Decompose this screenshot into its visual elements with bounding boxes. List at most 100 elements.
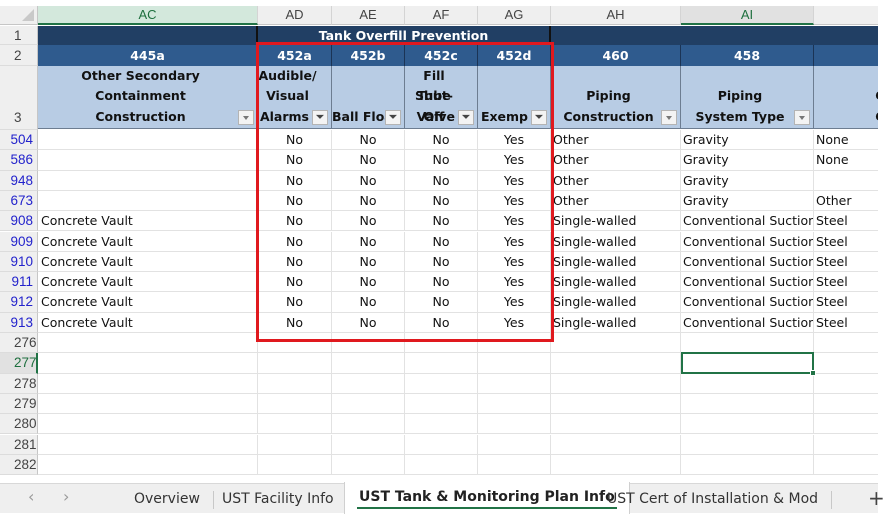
cell[interactable] [332,414,405,435]
cell[interactable]: Conventional Suction [681,211,814,232]
cell[interactable] [478,454,551,476]
cell[interactable]: Yes [478,292,551,313]
cell[interactable]: Concrete Vault [38,231,258,252]
cell[interactable] [405,414,478,435]
cell[interactable] [681,333,814,354]
cell[interactable] [478,373,551,394]
cell[interactable] [814,374,878,394]
add-sheet-button[interactable]: + [868,486,885,510]
active-cell-selection[interactable] [681,352,816,376]
cell[interactable] [332,353,405,374]
cell[interactable]: No [405,130,478,151]
row-header[interactable]: 282 [0,454,38,476]
cell[interactable]: Steel [814,252,878,273]
cell[interactable] [405,353,478,374]
cell[interactable]: Yes [478,211,551,232]
cell[interactable]: No [332,231,405,252]
cell[interactable] [258,414,332,435]
cell[interactable]: No [258,272,332,293]
cell[interactable]: Concrete Vault [38,251,258,273]
cell[interactable] [478,353,551,374]
cell[interactable] [332,434,405,455]
spreadsheet-grid[interactable]: AC AD AE AF AG AH AI 1 2 3 504 586 948 673 908 909 910 9… [0,0,878,483]
chevron-left-icon[interactable]: ‹ [28,487,34,506]
cell[interactable] [551,454,681,476]
cell[interactable] [332,454,405,476]
cell[interactable]: Yes [478,150,551,171]
row-header[interactable]: 586 [0,150,38,171]
cell[interactable] [38,373,258,394]
cell[interactable] [38,130,258,151]
cell[interactable] [258,353,332,374]
cell[interactable] [38,353,258,374]
cell[interactable]: No [258,292,332,313]
cell[interactable]: No [332,211,405,232]
cell[interactable]: Yes [478,231,551,252]
cell[interactable]: Gravity [681,130,814,151]
cell[interactable] [681,414,814,435]
cell[interactable]: Steel [814,292,878,313]
cell[interactable] [38,434,258,455]
cell[interactable]: No [405,170,478,191]
cell[interactable] [38,190,258,212]
cell[interactable]: Other [551,190,681,212]
cell[interactable]: No [405,272,478,293]
row-header[interactable]: 908 [0,211,38,232]
cell[interactable]: Other [551,170,681,191]
cell[interactable]: Yes [478,130,551,151]
cell[interactable]: Concrete Vault [38,292,258,313]
cell[interactable]: None [814,150,878,171]
cell[interactable]: No [258,190,332,212]
column-header-next[interactable] [814,6,878,25]
cell[interactable]: No [258,170,332,191]
cell[interactable]: No [405,211,478,232]
tab-overview[interactable]: Overview [120,484,214,514]
cell[interactable]: Concrete Vault [38,211,258,232]
cell[interactable] [405,434,478,455]
cell[interactable] [681,373,814,394]
filter-dropdown-button[interactable] [794,110,810,125]
cell[interactable]: Conventional Suction [681,272,814,293]
row-header[interactable]: 276 [0,333,38,354]
column-header-ag[interactable]: AG [478,6,551,25]
filter-dropdown-button[interactable] [238,110,254,125]
cell[interactable]: Other [551,150,681,171]
cell[interactable] [814,394,878,415]
cell[interactable]: No [405,231,478,252]
cell[interactable]: Steel [814,232,878,252]
row-header[interactable]: 910 [0,251,38,273]
cell[interactable] [681,393,814,415]
tab-ust-tank-monitoring-plan-info[interactable]: UST Tank & Monitoring Plan Info [344,482,630,514]
cell[interactable]: No [405,312,478,333]
row-header[interactable]: 279 [0,393,38,415]
cell[interactable] [258,393,332,415]
cell[interactable] [38,170,258,191]
cell[interactable]: Yes [478,170,551,191]
column-header-af[interactable]: AF [405,6,478,25]
cell[interactable]: No [405,190,478,212]
row-header[interactable]: 912 [0,292,38,313]
cell[interactable]: No [332,312,405,333]
cell[interactable] [814,455,878,476]
row-header[interactable]: 673 [0,190,38,212]
cell[interactable] [258,434,332,455]
cell[interactable] [551,414,681,435]
cell[interactable]: Yes [478,312,551,333]
cell[interactable]: No [332,170,405,191]
cell[interactable]: Yes [478,272,551,293]
cell[interactable] [405,454,478,476]
row-header[interactable]: 2 [0,45,38,66]
cell[interactable]: Yes [478,251,551,273]
cell[interactable]: Yes [478,190,551,212]
cell[interactable]: No [332,150,405,171]
cell[interactable] [478,434,551,455]
column-header-ai[interactable]: AI [681,6,814,25]
cell[interactable]: Single-walled [551,211,681,232]
cell[interactable]: No [332,190,405,212]
cell[interactable]: Single-walled [551,231,681,252]
row-header[interactable]: 278 [0,373,38,394]
cell[interactable] [478,333,551,354]
cell[interactable]: Steel [814,211,878,232]
select-all-corner[interactable] [0,6,38,25]
tab-ust-cert-installation-mod[interactable]: UST Cert of Installation & Mod [593,484,833,514]
